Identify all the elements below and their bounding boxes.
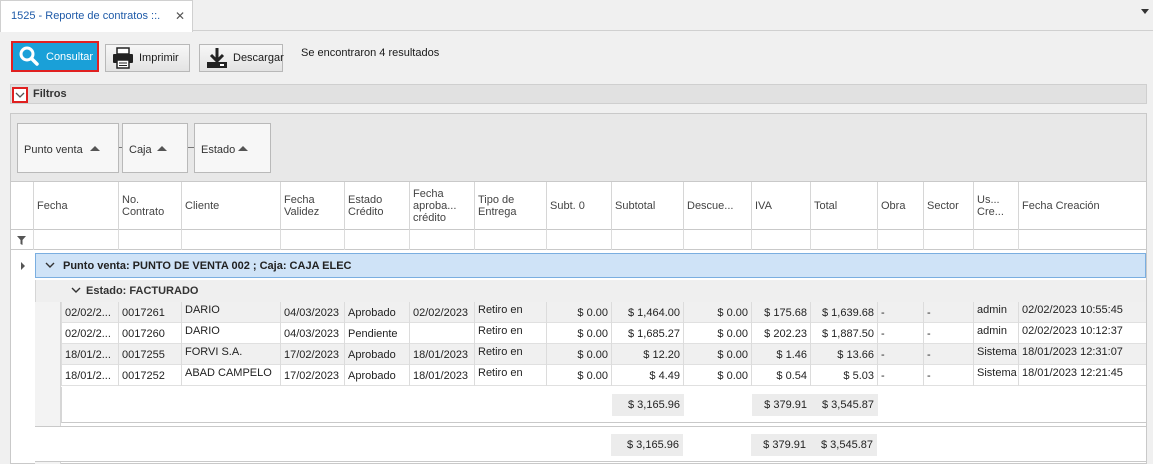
descargar-button[interactable]: Descargar xyxy=(199,44,284,72)
grand-summary-row: $ 3,165.96 $ 379.91 $ 3,545.87 xyxy=(35,426,1146,462)
download-icon xyxy=(205,46,229,70)
col-subt-0[interactable]: Subt. 0 xyxy=(546,182,611,230)
filtros-label: Filtros xyxy=(33,88,67,100)
group-chip-punto-venta[interactable]: Punto venta xyxy=(17,123,119,173)
col-tipo-entrega[interactable]: Tipo de Entrega xyxy=(474,182,546,230)
col-subtotal[interactable]: Subtotal xyxy=(611,182,683,230)
filter-cell[interactable] xyxy=(683,230,751,250)
group-row-label: Punto venta: PUNTO DE VENTA 002 ; Caja: … xyxy=(63,260,352,272)
group-summary-iva: $ 379.91 xyxy=(752,394,811,416)
tab-bar: 1525 - Reporte de contratos ::. ✕ xyxy=(0,0,1153,32)
col-usuario-creacion[interactable]: Us... Cre... xyxy=(973,182,1018,230)
column-header-row: Fecha No. Contrato Cliente Fecha Validez… xyxy=(11,182,1146,230)
group-summary-subtotal: $ 3,165.96 xyxy=(612,394,684,416)
printer-icon xyxy=(111,46,135,70)
col-obra[interactable]: Obra xyxy=(877,182,923,230)
col-iva[interactable]: IVA xyxy=(751,182,810,230)
filter-cell[interactable] xyxy=(280,230,344,250)
search-icon xyxy=(18,45,42,69)
group-chip-estado[interactable]: Estado xyxy=(194,123,271,173)
filter-cell[interactable] xyxy=(546,230,611,250)
filter-cell[interactable] xyxy=(409,230,474,250)
tab-list-dropdown-icon[interactable] xyxy=(1141,9,1149,14)
col-fecha[interactable]: Fecha xyxy=(33,182,118,230)
grand-summary-subtotal: $ 3,165.96 xyxy=(611,434,683,456)
filter-cell[interactable] xyxy=(751,230,810,250)
col-sector[interactable]: Sector xyxy=(923,182,973,230)
group-by-panel: Punto venta Caja Estado xyxy=(11,114,1146,182)
close-icon[interactable]: ✕ xyxy=(175,9,185,23)
col-fecha-aprobacion-credito[interactable]: Fecha aproba... crédito xyxy=(409,182,474,230)
grand-summary-total: $ 3,545.87 xyxy=(810,434,877,456)
filter-cell[interactable] xyxy=(33,230,118,250)
col-no-contrato[interactable]: No. Contrato xyxy=(118,182,181,230)
filtros-panel-header[interactable]: Filtros xyxy=(10,84,1147,104)
chevron-down-icon[interactable] xyxy=(45,262,55,269)
filter-cell[interactable] xyxy=(923,230,973,250)
tab-title: 1525 - Reporte de contratos ::. xyxy=(11,10,161,22)
table-row[interactable]: 18/01/2... 0017252 ABAD CAMPELO 17/02/20… xyxy=(61,365,1146,386)
filtros-toggle-chevron-down-icon[interactable] xyxy=(12,87,28,103)
filter-cell[interactable] xyxy=(344,230,409,250)
row-indicator-icon xyxy=(21,262,25,270)
imprimir-label: Imprimir xyxy=(139,52,179,64)
group-row-label: Estado: FACTURADO xyxy=(86,285,199,297)
filter-cell[interactable] xyxy=(973,230,1018,250)
col-descuento[interactable]: Descue... xyxy=(683,182,751,230)
grand-summary-iva: $ 379.91 xyxy=(751,434,810,456)
filter-cell[interactable] xyxy=(474,230,546,250)
consultar-label: Consultar xyxy=(46,50,94,63)
filter-cell[interactable] xyxy=(118,230,181,250)
tab-reporte-contratos[interactable]: 1525 - Reporte de contratos ::. ✕ xyxy=(0,0,193,32)
group-row-estado[interactable]: Estado: FACTURADO xyxy=(35,280,1146,302)
filter-cell[interactable] xyxy=(810,230,877,250)
col-estado-credito[interactable]: Estado Crédito xyxy=(344,182,409,230)
filter-icon[interactable] xyxy=(17,236,26,245)
group-row-punto-venta[interactable]: Punto venta: PUNTO DE VENTA 002 ; Caja: … xyxy=(35,253,1146,278)
consultar-button[interactable]: Consultar xyxy=(11,41,99,72)
sort-asc-icon xyxy=(238,146,248,151)
filter-cell[interactable] xyxy=(611,230,683,250)
table-row[interactable]: 02/02/2... 0017261 DARIO 04/03/2023 Apro… xyxy=(61,302,1146,323)
imprimir-button[interactable]: Imprimir xyxy=(105,44,190,72)
table-row[interactable]: 02/02/2... 0017260 DARIO 04/03/2023 Pend… xyxy=(61,323,1146,344)
col-cliente[interactable]: Cliente xyxy=(181,182,280,230)
filter-cell[interactable] xyxy=(1018,230,1146,250)
table-row[interactable]: 18/01/2... 0017255 FORVI S.A. 17/02/2023… xyxy=(61,344,1146,365)
auto-filter-row xyxy=(11,230,1146,250)
filter-cell[interactable] xyxy=(877,230,923,250)
sort-asc-icon xyxy=(90,146,100,151)
col-fecha-validez[interactable]: Fecha Validez xyxy=(280,182,344,230)
col-fecha-creacion[interactable]: Fecha Creación xyxy=(1018,182,1146,230)
chevron-down-icon[interactable] xyxy=(71,287,81,294)
filter-cell[interactable] xyxy=(181,230,280,250)
col-total[interactable]: Total xyxy=(810,182,877,230)
descargar-label: Descargar xyxy=(233,52,284,64)
group-summary-total: $ 3,545.87 xyxy=(811,394,878,416)
group-chip-caja[interactable]: Caja xyxy=(122,123,188,173)
result-count-text: Se encontraron 4 resultados xyxy=(301,47,440,59)
sort-asc-icon xyxy=(157,146,167,151)
contracts-grid: Punto venta Caja Estado Fecha No. Contra… xyxy=(10,113,1147,464)
group-summary-row: $ 3,165.96 $ 379.91 $ 3,545.87 xyxy=(61,387,1146,423)
